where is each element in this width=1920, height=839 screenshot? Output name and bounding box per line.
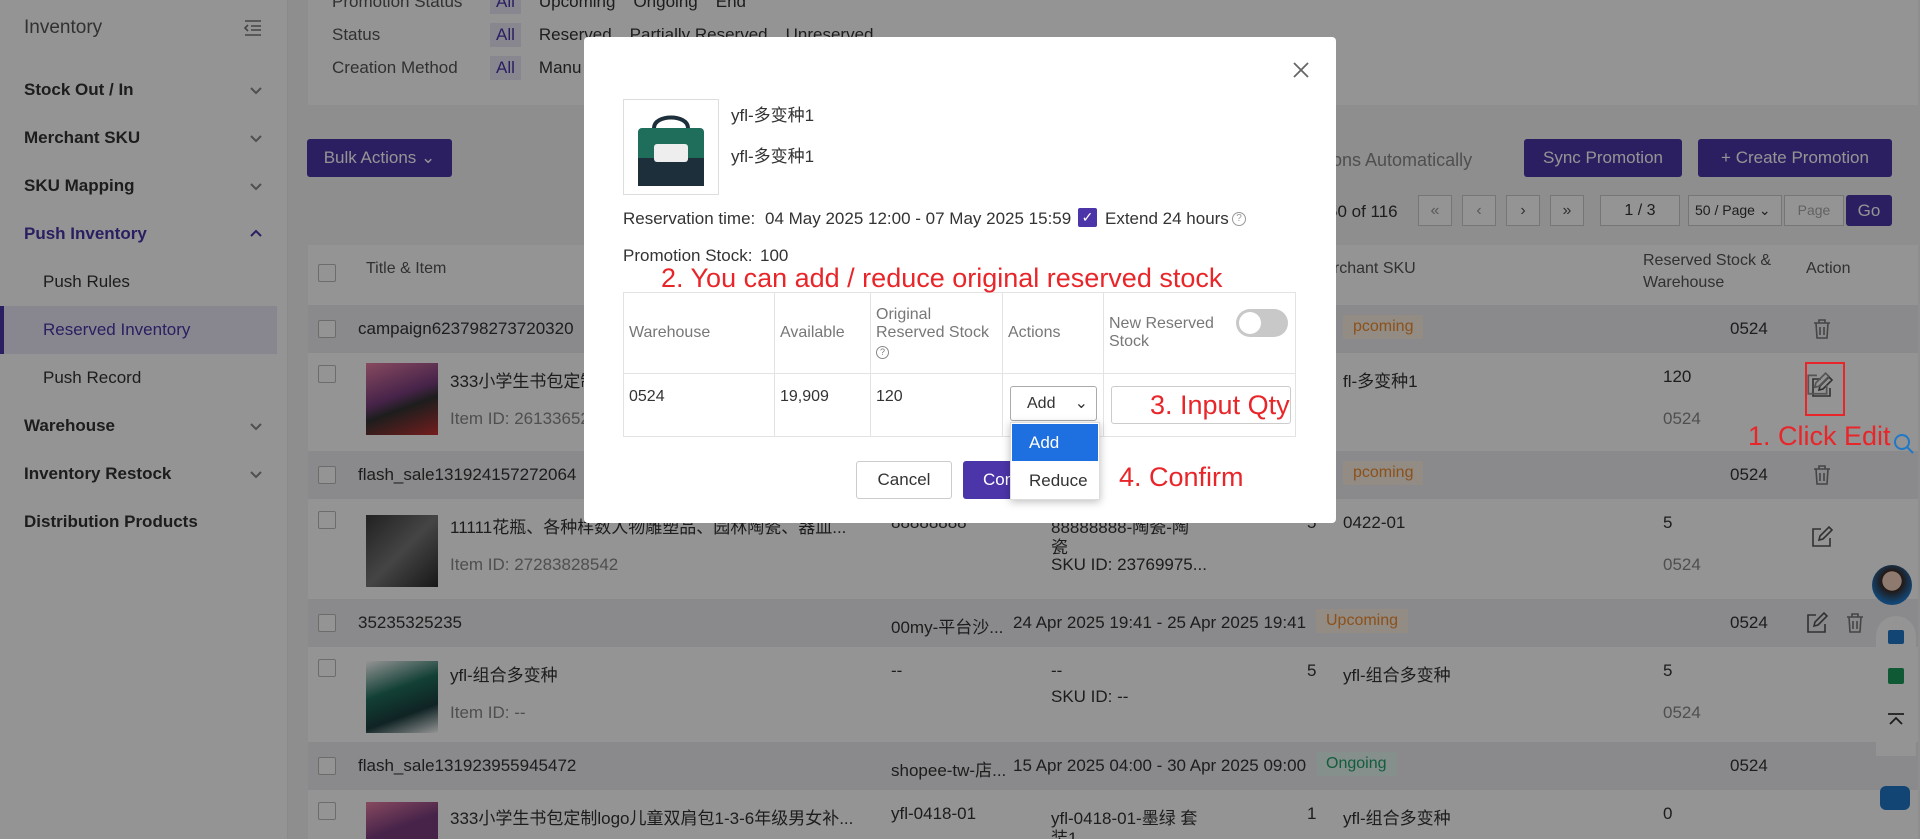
annotation-step-1: 1. Click Edit <box>1748 421 1891 451</box>
header-line: Original <box>876 305 932 323</box>
column-header-original-reserved: Original Reserved Stock? <box>870 292 1003 374</box>
warehouse-cell: 0524 <box>623 372 775 438</box>
header-line: New Reserved <box>1109 314 1214 332</box>
original-reserved-cell: 120 <box>870 372 1003 438</box>
chevron-down-icon: ⌄ <box>1074 395 1088 412</box>
new-reserved-toggle[interactable] <box>1236 309 1288 337</box>
edit-icon[interactable] <box>1805 371 1831 397</box>
action-dropdown-menu: Add Reduce <box>1010 422 1100 500</box>
column-header-warehouse: Warehouse <box>623 292 775 374</box>
header-line: Stock <box>1109 332 1150 350</box>
dropdown-option-reduce[interactable]: Reduce <box>1012 462 1098 499</box>
available-cell: 19,909 <box>774 372 871 438</box>
search-icon[interactable] <box>1892 432 1916 456</box>
column-header-available: Available <box>774 292 871 374</box>
annotation-step-2: 2. You can add / reduce original reserve… <box>661 263 1223 293</box>
help-icon[interactable]: ? <box>1232 212 1246 226</box>
dropdown-option-add[interactable]: Add <box>1012 424 1098 461</box>
annotation-step-3: 3. Input Qty <box>1150 390 1290 420</box>
cancel-button[interactable]: Cancel <box>856 461 952 499</box>
product-sku-name: yfl-多变种1 <box>731 147 815 166</box>
action-select-value: Add <box>1027 395 1056 412</box>
extend-24h-checkbox[interactable]: ✓ <box>1078 208 1097 227</box>
annotation-step-4: 4. Confirm <box>1119 462 1244 492</box>
close-icon[interactable] <box>1292 61 1310 79</box>
extend-24h-label: Extend 24 hours <box>1105 209 1229 228</box>
product-image <box>623 99 719 195</box>
help-icon[interactable]: ? <box>876 345 889 359</box>
reservation-time-label: Reservation time: <box>623 209 756 228</box>
column-header-actions: Actions <box>1002 292 1104 374</box>
bag-image <box>638 115 704 186</box>
action-select[interactable]: Add ⌄ <box>1010 386 1097 421</box>
product-name: yfl-多变种1 <box>731 106 815 125</box>
header-line: Reserved Stock <box>876 323 989 341</box>
reservation-time-value: 04 May 2025 12:00 - 07 May 2025 15:59 <box>765 209 1072 228</box>
